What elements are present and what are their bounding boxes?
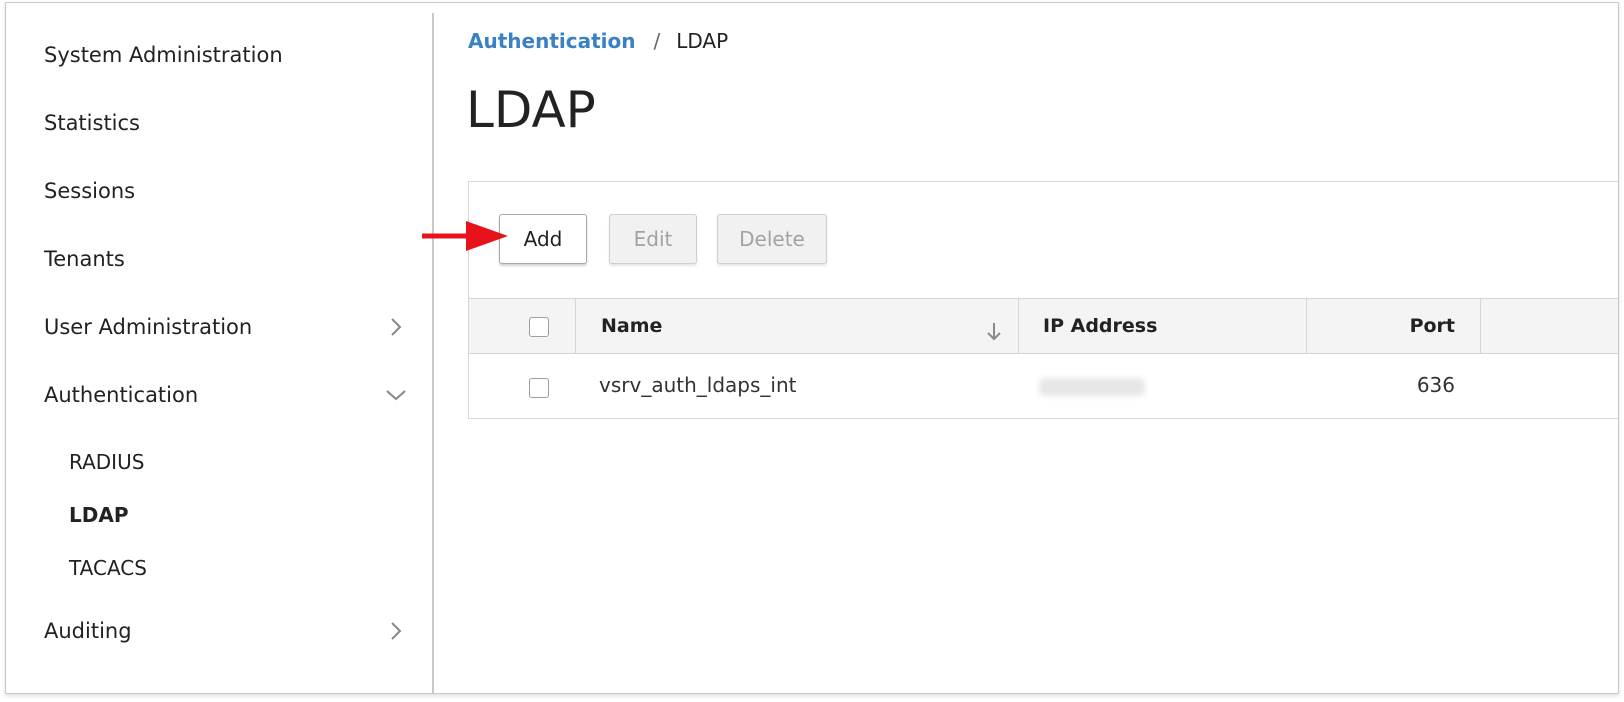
column-header-ip-address[interactable]: IP Address — [1043, 299, 1303, 353]
select-all-checkbox[interactable] — [529, 317, 549, 337]
delete-button[interactable]: Delete — [717, 214, 827, 264]
sidebar-item-sessions[interactable]: Sessions — [44, 171, 420, 211]
annotation-arrow-icon — [422, 221, 508, 251]
column-header-port[interactable]: Port — [1307, 299, 1455, 353]
column-header-name[interactable]: Name — [601, 299, 1001, 353]
column-header-label: Name — [601, 315, 663, 337]
sidebar-item-label: System Administration — [44, 43, 283, 67]
column-divider — [575, 299, 576, 353]
column-divider — [1018, 299, 1019, 353]
sidebar-subitem-label: LDAP — [69, 503, 129, 527]
sidebar-item-auditing[interactable]: Auditing — [44, 611, 420, 651]
edit-button[interactable]: Edit — [609, 214, 697, 264]
app-window: System Administration Statistics Session… — [5, 2, 1619, 694]
column-header-label: Port — [1409, 315, 1455, 337]
sidebar-item-label: User Administration — [44, 315, 253, 339]
sidebar-item-label: Statistics — [44, 111, 140, 135]
sidebar-item-label: Tenants — [44, 247, 125, 271]
add-button[interactable]: Add — [499, 214, 587, 264]
sidebar-subitem-ldap[interactable]: LDAP — [69, 498, 128, 532]
table-row[interactable]: vsrv_auth_ldaps_int 636 — [469, 352, 1618, 418]
column-divider — [1480, 299, 1481, 353]
sidebar-item-statistics[interactable]: Statistics — [44, 103, 420, 143]
sidebar-subitem-tacacs[interactable]: TACACS — [69, 551, 147, 585]
sidebar-subitem-label: TACACS — [69, 556, 147, 580]
sidebar-subitem-label: RADIUS — [69, 450, 145, 474]
chevron-right-icon — [391, 318, 402, 336]
sidebar-item-system-administration[interactable]: System Administration — [44, 35, 420, 75]
sidebar-item-tenants[interactable]: Tenants — [44, 239, 420, 279]
sidebar-item-label: Sessions — [44, 179, 136, 203]
sort-down-arrow-icon[interactable] — [985, 321, 1003, 343]
chevron-down-icon — [386, 390, 406, 401]
cell-name: vsrv_auth_ldaps_int — [599, 373, 797, 397]
cell-port: 636 — [1416, 373, 1455, 397]
breadcrumb-current: LDAP — [676, 29, 729, 53]
sidebar-subitem-radius[interactable]: RADIUS — [69, 445, 144, 479]
main-content: Authentication / LDAP LDAP Add Edit Dele… — [442, 3, 1618, 693]
page-title: LDAP — [466, 81, 596, 139]
sidebar-item-authentication[interactable]: Authentication — [44, 375, 420, 415]
row-checkbox[interactable] — [529, 378, 549, 398]
sidebar-item-user-administration[interactable]: User Administration — [44, 307, 420, 347]
breadcrumb-separator: / — [653, 29, 661, 53]
breadcrumb-link-authentication[interactable]: Authentication — [468, 29, 635, 53]
chevron-right-icon — [391, 622, 402, 640]
sidebar-item-label: Auditing — [44, 619, 132, 643]
sidebar: System Administration Statistics Session… — [6, 13, 434, 693]
breadcrumb: Authentication / LDAP — [468, 29, 728, 53]
table-header: Name IP Address Port — [469, 298, 1618, 354]
sidebar-item-label: Authentication — [44, 383, 199, 407]
column-header-label: IP Address — [1043, 315, 1158, 337]
ldap-servers-panel: Add Edit Delete Name IP Address Port vsr… — [468, 181, 1618, 419]
cell-ip-address-redacted — [1039, 378, 1145, 396]
